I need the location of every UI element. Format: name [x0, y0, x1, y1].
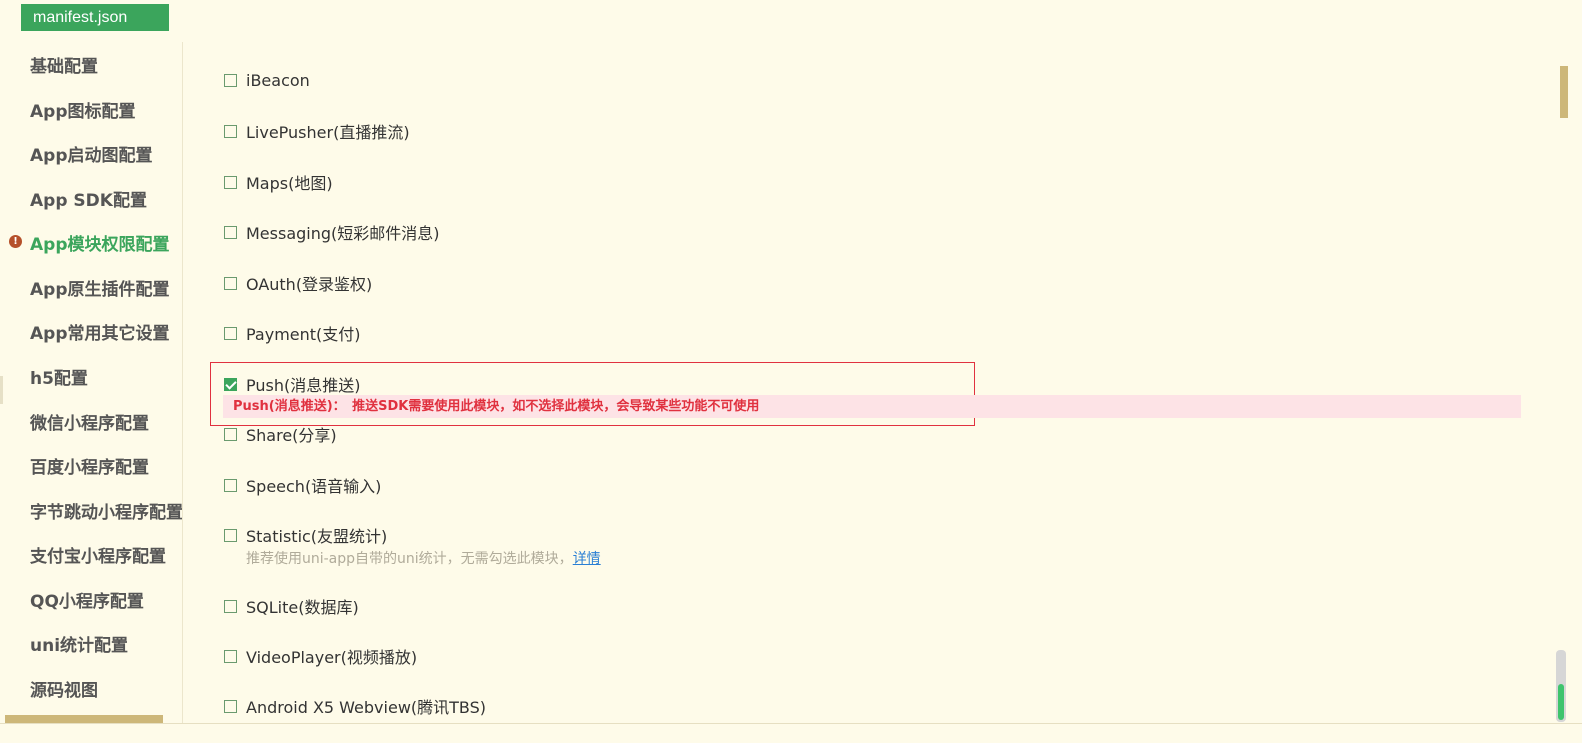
sidebar-item-app-sdk[interactable]: App SDK配置: [5, 183, 182, 213]
module-option-livepusher[interactable]: LivePusher(直播推流): [224, 119, 410, 143]
module-label: iBeacon: [246, 70, 310, 90]
sidebar-horizontal-scrollbar[interactable]: [5, 715, 163, 723]
module-permissions-panel: iBeacon LivePusher(直播推流) Maps(地图) Messag…: [184, 42, 1554, 723]
bottom-divider: [0, 723, 1582, 724]
speech-checkbox[interactable]: [224, 478, 237, 492]
statistic-details-link[interactable]: 详情: [573, 551, 601, 567]
sidebar-item-qq-mp[interactable]: QQ小程序配置: [5, 584, 182, 614]
sidebar-item-source-view[interactable]: 源码视图: [5, 673, 182, 703]
sqlite-checkbox[interactable]: [224, 599, 237, 613]
module-option-videoplayer[interactable]: VideoPlayer(视频播放): [224, 644, 417, 668]
module-label: Push(消息推送): [246, 376, 361, 395]
oauth-checkbox[interactable]: [224, 276, 237, 290]
maps-checkbox[interactable]: [224, 175, 237, 189]
messaging-checkbox[interactable]: [224, 225, 237, 239]
module-label: VideoPlayer(视频播放): [246, 648, 418, 667]
module-label: LivePusher(直播推流): [246, 123, 410, 142]
statistic-note: 推荐使用uni-app自带的uni统计，无需勾选此模块，详情: [246, 548, 601, 568]
sidebar-item-app-icon[interactable]: App图标配置: [5, 94, 182, 124]
sidebar-item-toutiao-mp[interactable]: 字节跳动小程序配置: [5, 495, 182, 525]
payment-checkbox[interactable]: [224, 326, 237, 340]
sidebar-item-baidu-mp[interactable]: 百度小程序配置: [5, 450, 182, 480]
module-label: Payment(支付): [246, 325, 361, 344]
left-edge-marker: [0, 376, 3, 404]
module-option-maps[interactable]: Maps(地图): [224, 170, 333, 194]
statistic-checkbox[interactable]: [224, 528, 237, 542]
module-option-sqlite[interactable]: SQLite(数据库): [224, 594, 359, 618]
videoplayer-checkbox[interactable]: [224, 649, 237, 663]
share-checkbox[interactable]: [224, 427, 237, 441]
module-label: Maps(地图): [246, 174, 333, 193]
sidebar-item-uni-stat[interactable]: uni统计配置: [5, 628, 182, 658]
sidebar-item-basic[interactable]: 基础配置: [5, 49, 182, 79]
push-error-message: Push(消息推送)： 推送SDK需要使用此模块，如不选择此模块，会导致某些功能…: [223, 395, 1521, 418]
sidebar-item-app-native-plugins[interactable]: App原生插件配置: [5, 272, 182, 302]
sidebar-item-app-splash[interactable]: App启动图配置: [5, 138, 182, 168]
statistic-note-text: 推荐使用uni-app自带的uni统计，无需勾选此模块，: [246, 551, 573, 567]
sidebar-item-weixin-mp[interactable]: 微信小程序配置: [5, 406, 182, 436]
sidebar-item-app-modules[interactable]: ! App模块权限配置: [5, 227, 182, 257]
module-option-oauth[interactable]: OAuth(登录鉴权): [224, 271, 372, 295]
config-sidebar: 基础配置 App图标配置 App启动图配置 App SDK配置 ! App模块权…: [5, 42, 183, 723]
sidebar-item-app-other-settings[interactable]: App常用其它设置: [5, 316, 182, 346]
module-label: Messaging(短彩邮件消息): [246, 224, 440, 243]
module-option-speech[interactable]: Speech(语音输入): [224, 473, 381, 497]
x5-webview-checkbox[interactable]: [224, 699, 237, 713]
module-option-payment[interactable]: Payment(支付): [224, 321, 361, 345]
editor-scroll-marker[interactable]: [1560, 66, 1568, 118]
module-option-share[interactable]: Share(分享): [224, 422, 337, 446]
file-tab-manifest[interactable]: manifest.json: [21, 4, 169, 31]
module-label: Statistic(友盟统计): [246, 527, 388, 546]
vertical-scrollbar-thumb[interactable]: [1558, 684, 1564, 720]
module-option-messaging[interactable]: Messaging(短彩邮件消息): [224, 220, 440, 244]
module-label: OAuth(登录鉴权): [246, 275, 373, 294]
sidebar-item-alipay-mp[interactable]: 支付宝小程序配置: [5, 539, 182, 569]
module-label: Share(分享): [246, 426, 337, 445]
livepusher-checkbox[interactable]: [224, 124, 237, 138]
module-label: SQLite(数据库): [246, 598, 359, 617]
ibeacon-checkbox[interactable]: [224, 73, 237, 87]
module-option-x5-webview[interactable]: Android X5 Webview(腾讯TBS): [224, 694, 486, 718]
sidebar-item-label: App模块权限配置: [30, 234, 170, 255]
module-option-push[interactable]: Push(消息推送): [224, 372, 360, 396]
module-option-ibeacon[interactable]: iBeacon: [224, 68, 310, 92]
warning-icon: !: [9, 235, 22, 248]
module-label: Speech(语音输入): [246, 477, 382, 496]
push-checkbox[interactable]: [224, 377, 237, 391]
module-label: Android X5 Webview(腾讯TBS): [246, 698, 487, 717]
sidebar-item-h5[interactable]: h5配置: [5, 361, 182, 391]
module-option-statistic[interactable]: Statistic(友盟统计): [224, 523, 387, 547]
